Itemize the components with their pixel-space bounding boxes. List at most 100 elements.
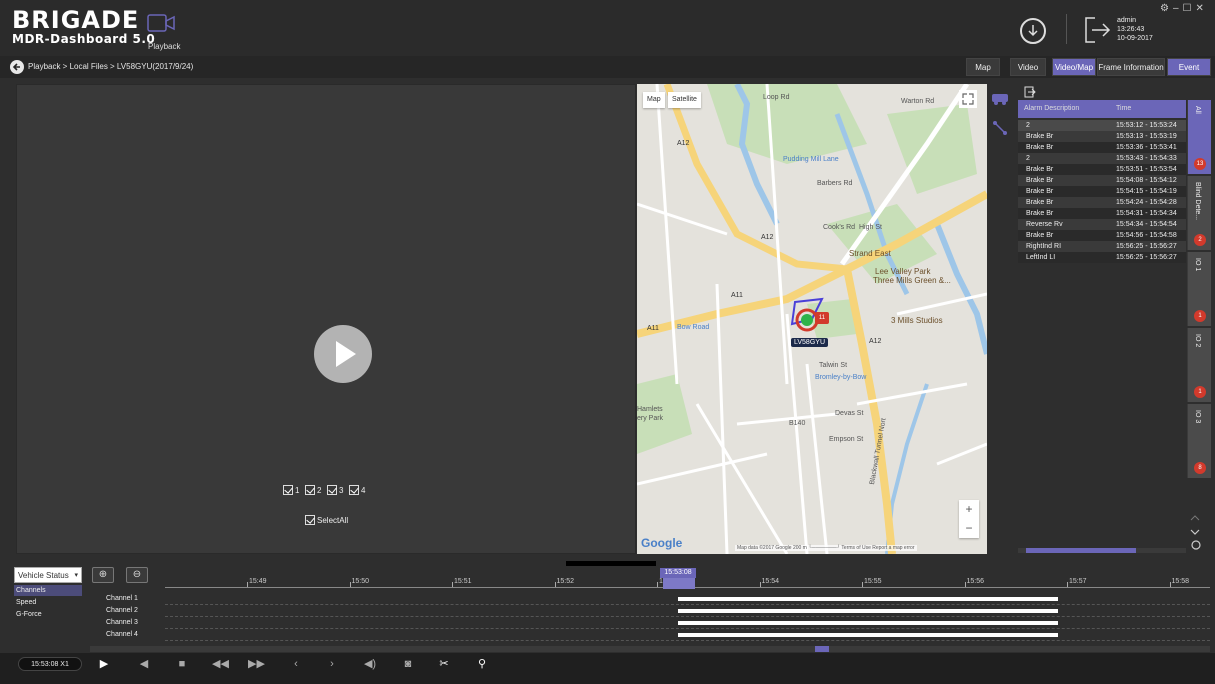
event-time: 15:53:13 - 15:53:19 [1116,133,1177,140]
playhead-marker[interactable] [663,578,695,589]
play-button[interactable]: ▶ [96,656,112,672]
event-row[interactable]: Reverse Rv 15:54:34 - 15:54:54 [1018,219,1186,230]
event-description: Brake Br [1026,188,1054,195]
status-item-g-force[interactable]: G-Force [14,609,82,620]
channel-recording-segment[interactable] [678,609,1058,613]
event-row[interactable]: Brake Br 15:54:08 - 15:54:12 [1018,175,1186,186]
channel-recording-segment[interactable] [678,597,1058,601]
zoom-in-icon: ⊕ [98,569,108,580]
event-row[interactable]: Brake Br 15:54:56 - 15:54:58 [1018,230,1186,241]
frame-back-button[interactable]: ◀ [136,656,152,672]
event-filter-tab[interactable]: IO 1 1 [1187,252,1211,326]
event-description: 2 [1026,122,1030,129]
chevron-down-icon: ▾ [74,572,78,579]
alarm-count-marker[interactable]: 11 [815,312,829,324]
event-filter-label: IO 2 [1194,334,1201,348]
export-events-icon[interactable] [1024,86,1036,98]
map-attribution[interactable]: Map data ©2017 Google 200 m └───────┘ Te… [735,545,917,551]
map-label-hamlets: Hamlets [637,406,663,413]
volume-icon: ◀) [363,658,377,670]
tab-video[interactable]: Video [1010,58,1046,76]
tab-map[interactable]: Map [966,58,1000,76]
status-item-channels[interactable]: Channels [14,585,82,596]
location-search-button[interactable]: ⚲ [474,656,490,672]
event-time: 15:53:51 - 15:53:54 [1116,166,1177,173]
channel-track[interactable] [165,616,1210,617]
map-view[interactable]: Map Satellite 11 LV58GYU Pudding Mill La… [637,84,987,554]
play-video-button[interactable] [314,325,372,383]
timeline-scrollbar[interactable] [90,646,1210,652]
channel-3-label: 3 [339,486,344,495]
clip-button[interactable]: ✂ [436,656,452,672]
event-filter-tab[interactable]: IO 2 1 [1187,328,1211,402]
event-row[interactable]: Brake Br 15:53:51 - 15:53:54 [1018,164,1186,175]
event-row[interactable]: 2 15:53:12 - 15:53:24 [1018,120,1186,131]
status-item-speed[interactable]: Speed [14,597,82,608]
map-type-map-button[interactable]: Map [643,92,665,108]
channel-4-checkbox[interactable] [349,485,359,495]
channel-track[interactable] [165,628,1210,629]
event-filter-tab[interactable]: Blind Dete... 2 [1187,176,1211,250]
download-button[interactable] [1020,18,1046,44]
channel-1-checkbox[interactable] [283,485,293,495]
settings-icon[interactable]: ⚙ [1160,3,1173,14]
tab-event[interactable]: Event [1167,58,1211,76]
channel-recording-segment[interactable] [678,633,1058,637]
channel-recording-segment[interactable] [678,621,1058,625]
logout-icon [1085,17,1111,43]
event-row[interactable]: Brake Br 15:53:13 - 15:53:19 [1018,131,1186,142]
event-row[interactable]: LeftInd LI 15:56:25 - 15:56:27 [1018,252,1186,263]
event-list-scroll-thumb[interactable] [1026,548,1136,553]
event-description: Brake Br [1026,144,1054,151]
select-all-checkbox[interactable] [305,515,315,525]
maximize-icon[interactable]: ☐ [1183,3,1196,14]
snapshot-button[interactable]: ◙ [400,656,416,672]
timeline-time-label: 15:58 [1171,578,1190,585]
video-player[interactable]: 1 2 3 4 SelectAll [16,84,636,554]
map-type-satellite-button[interactable]: Satellite [668,92,701,108]
vehicle-tracking-icon[interactable] [990,90,1010,106]
event-list-scrollbar[interactable] [1018,548,1186,553]
event-row[interactable]: RightInd RI 15:56:25 - 15:56:27 [1018,241,1186,252]
close-icon[interactable]: ✕ [1196,3,1208,14]
event-row[interactable]: Brake Br 15:54:31 - 15:54:34 [1018,208,1186,219]
map-label-warton: Warton Rd [901,98,935,105]
vehicle-status-select[interactable]: Vehicle Status ▾ [14,567,82,583]
channel-track[interactable] [165,640,1210,641]
previous-button[interactable]: ‹ [288,656,304,672]
event-time: 15:56:25 - 15:56:27 [1116,243,1177,250]
event-row[interactable]: Brake Br 15:54:15 - 15:54:19 [1018,186,1186,197]
fast-forward-button[interactable]: ▶▶ [248,656,265,672]
rewind-icon: ◀◀ [212,658,229,670]
route-icon[interactable] [992,120,1008,136]
back-button[interactable] [10,60,24,74]
playback-module-button[interactable]: Playback [140,8,190,54]
channel-3-checkbox[interactable] [327,485,337,495]
map-zoom-out-button[interactable]: − [959,519,979,538]
event-filter-tab[interactable]: IO 3 8 [1187,404,1211,478]
fullscreen-button[interactable] [959,90,977,108]
tab-video-map[interactable]: Video/Map [1052,58,1096,76]
event-row[interactable]: Brake Br 15:54:24 - 15:54:28 [1018,197,1186,208]
logout-button[interactable] [1083,15,1113,45]
event-row[interactable]: Brake Br 15:53:36 - 15:53:41 [1018,142,1186,153]
tab-frame-information[interactable]: Frame Information [1097,58,1165,76]
minimize-icon[interactable]: – [1173,3,1183,14]
channel-track[interactable] [165,604,1210,605]
timeline-zoom-in-button[interactable]: ⊕ [92,567,114,583]
volume-button[interactable]: ◀) [362,656,378,672]
next-button[interactable]: › [324,656,340,672]
rewind-button[interactable]: ◀◀ [212,656,229,672]
channel-1-label: 1 [295,486,300,495]
timeline-scroll-thumb[interactable] [815,646,829,652]
map-zoom-in-button[interactable]: + [959,500,979,519]
channel-2-label: 2 [317,486,322,495]
stop-button[interactable]: ■ [174,656,190,672]
event-row[interactable]: 2 15:53:43 - 15:54:33 [1018,153,1186,164]
timeline-tick [1169,582,1171,587]
event-filter-tab[interactable]: All 13 [1187,100,1211,174]
collapse-timeline-handle[interactable] [566,561,656,574]
channel-2-checkbox[interactable] [305,485,315,495]
timeline-zoom-out-button[interactable]: ⊖ [126,567,148,583]
vehicle-label[interactable]: LV58GYU [791,338,828,347]
